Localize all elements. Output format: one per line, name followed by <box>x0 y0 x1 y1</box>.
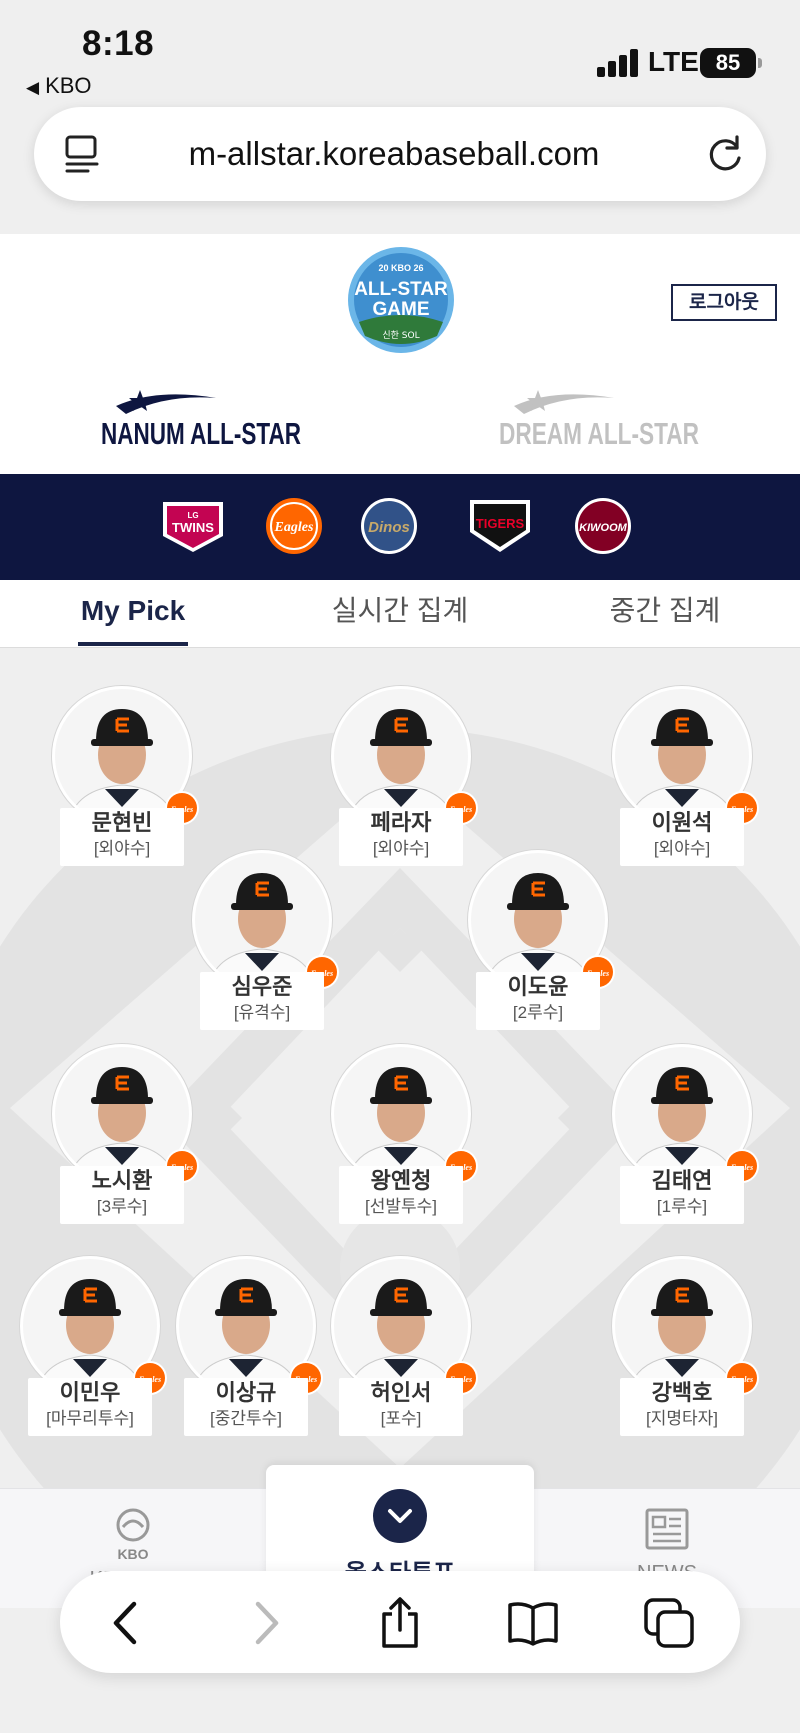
lg-twins-logo[interactable]: LG TWINS <box>157 496 229 556</box>
chevron-down-icon <box>388 1509 412 1523</box>
twins-label: TWINS <box>172 520 214 535</box>
player-card[interactable]: Eagles 심우준 [유격수] <box>192 850 339 1050</box>
player-name: 노시환 <box>91 1168 153 1193</box>
player-namecard: 왕옌청 [선발투수] <box>339 1166 463 1224</box>
player-name: 왕옌청 <box>370 1168 432 1193</box>
player-position: [3루수] <box>96 1197 148 1216</box>
reload-icon[interactable] <box>706 133 746 175</box>
kia-tigers-logo[interactable]: TIGERS <box>464 496 536 556</box>
back-to-app-link[interactable]: ◀ KBO <box>26 73 92 99</box>
nc-dinos-logo[interactable]: Dinos <box>353 496 425 556</box>
player-card[interactable]: Eagles 페라자 [외야수] <box>331 686 478 886</box>
player-name: 이원석 <box>651 810 713 835</box>
cellular-signal-icon <box>597 49 639 77</box>
player-position: [마무리투수] <box>46 1409 134 1428</box>
player-name: 이민우 <box>59 1380 121 1405</box>
player-name: 페라자 <box>370 810 432 835</box>
logo-game-text: GAME <box>373 299 430 320</box>
player-namecard: 심우준 [유격수] <box>200 972 324 1030</box>
kbo-app-icon <box>116 1508 150 1542</box>
player-position: [포수] <box>380 1409 422 1428</box>
dream-allstar-label: DREAM ALL-STAR <box>499 416 699 451</box>
player-position: [외야수] <box>372 839 430 858</box>
team-logo-bar: LG TWINS Eagles Dinos TIGERS KIWOOM <box>0 474 800 580</box>
back-icon[interactable] <box>100 1596 154 1650</box>
player-namecard: 강백호 [지명타자] <box>620 1378 744 1436</box>
nanum-allstar-logo: NANUM ALL-STAR <box>101 390 301 451</box>
player-position: [외야수] <box>93 839 151 858</box>
player-card[interactable]: Eagles 허인서 [포수] <box>331 1256 478 1456</box>
player-name: 이상규 <box>215 1380 277 1405</box>
network-type: LTE <box>648 46 699 77</box>
player-namecard: 허인서 [포수] <box>339 1378 463 1436</box>
status-time: 8:18 <box>82 24 155 63</box>
player-position: [2루수] <box>512 1003 564 1022</box>
eagles-label: Eagles <box>274 520 314 535</box>
tab-realtime[interactable]: 실시간 집계 <box>320 580 480 648</box>
bookmarks-icon[interactable] <box>506 1596 560 1650</box>
player-name: 허인서 <box>370 1380 432 1405</box>
player-name: 심우준 <box>231 974 293 999</box>
player-position: [유격수] <box>233 1003 291 1022</box>
player-position: [지명타자] <box>645 1409 718 1428</box>
player-name: 이도윤 <box>507 974 569 999</box>
player-namecard: 이민우 [마무리투수] <box>28 1378 152 1436</box>
player-namecard: 노시환 [3루수] <box>60 1166 184 1224</box>
browser-toolbar <box>60 1571 740 1673</box>
back-app-label: KBO <box>45 73 92 98</box>
player-name: 강백호 <box>651 1380 713 1405</box>
logout-button[interactable]: 로그아웃 <box>671 284 777 321</box>
player-card[interactable]: Eagles 이민우 [마무리투수] <box>20 1256 167 1456</box>
player-namecard: 이상규 [중간투수] <box>184 1378 308 1436</box>
kiwoom-heroes-logo[interactable]: KIWOOM <box>567 496 639 556</box>
forward-icon[interactable] <box>238 1596 292 1650</box>
tab-interim[interactable]: 중간 집계 <box>595 580 735 648</box>
player-card[interactable]: Eagles 이상규 [중간투수] <box>176 1256 323 1456</box>
vote-tabs: My Pick 실시간 집계 중간 집계 <box>0 580 800 648</box>
player-position: [1루수] <box>656 1197 708 1216</box>
dream-allstar-logo: DREAM ALL-STAR <box>499 390 699 451</box>
share-icon[interactable] <box>373 1596 427 1650</box>
player-namecard: 페라자 [외야수] <box>339 808 463 866</box>
status-bar: 8:18 ◀ KBO LTE 85 <box>0 0 800 100</box>
nanum-allstar-label: NANUM ALL-STAR <box>101 416 301 451</box>
player-position: [중간투수] <box>209 1409 282 1428</box>
collapse-chevron-button[interactable] <box>373 1489 427 1543</box>
dinos-label: Dinos <box>368 519 410 536</box>
tabs-icon[interactable] <box>642 1596 696 1650</box>
news-icon <box>645 1508 689 1550</box>
tigers-label: TIGERS <box>476 516 525 531</box>
player-card[interactable]: Eagles 노시환 [3루수] <box>52 1044 199 1244</box>
player-card[interactable]: Eagles 강백호 [지명타자] <box>612 1256 759 1456</box>
player-card[interactable]: Eagles 이도윤 [2루수] <box>468 850 615 1050</box>
page-menu-icon[interactable] <box>64 135 100 173</box>
logo-sponsor-text: 신한 SOL <box>382 330 419 341</box>
kiwoom-label: KIWOOM <box>579 522 627 534</box>
player-card[interactable]: Eagles 왕옌청 [선발투수] <box>331 1044 478 1244</box>
logo-allstar-text: ALL-STAR <box>354 279 448 300</box>
allstar-header: 20 KBO 26 ALL-STAR GAME 신한 SOL 로그아웃 NANU… <box>0 234 800 474</box>
player-card[interactable]: Eagles 김태연 [1루수] <box>612 1044 759 1244</box>
battery-indicator: 85 <box>700 48 762 78</box>
player-namecard: 이원석 [외야수] <box>620 808 744 866</box>
player-card[interactable]: Eagles 이원석 [외야수] <box>612 686 759 886</box>
player-card[interactable]: Eagles 문현빈 [외야수] <box>52 686 199 886</box>
kbo-logo-text: KBO <box>117 1546 149 1562</box>
allstar-game-logo: 20 KBO 26 ALL-STAR GAME 신한 SOL <box>348 247 454 353</box>
back-triangle-icon: ◀ <box>26 78 40 97</box>
player-namecard: 문현빈 [외야수] <box>60 808 184 866</box>
player-position: [외야수] <box>653 839 711 858</box>
address-bar[interactable]: m-allstar.koreabaseball.com <box>34 107 766 201</box>
field-lineup: Eagles 문현빈 [외야수] Eagles 페라자 [외야수] Eagles <box>0 648 800 1488</box>
player-namecard: 이도윤 [2루수] <box>476 972 600 1030</box>
url-text[interactable]: m-allstar.koreabaseball.com <box>124 107 664 201</box>
player-name: 문현빈 <box>91 810 153 835</box>
player-name: 김태연 <box>651 1168 713 1193</box>
hanwha-eagles-logo[interactable]: Eagles <box>258 496 330 556</box>
player-namecard: 김태연 [1루수] <box>620 1166 744 1224</box>
lg-sub-label: LG <box>187 511 198 520</box>
logo-year-text: 20 KBO 26 <box>378 263 423 273</box>
player-position: [선발투수] <box>364 1197 437 1216</box>
tab-my-pick[interactable]: My Pick <box>78 580 188 648</box>
